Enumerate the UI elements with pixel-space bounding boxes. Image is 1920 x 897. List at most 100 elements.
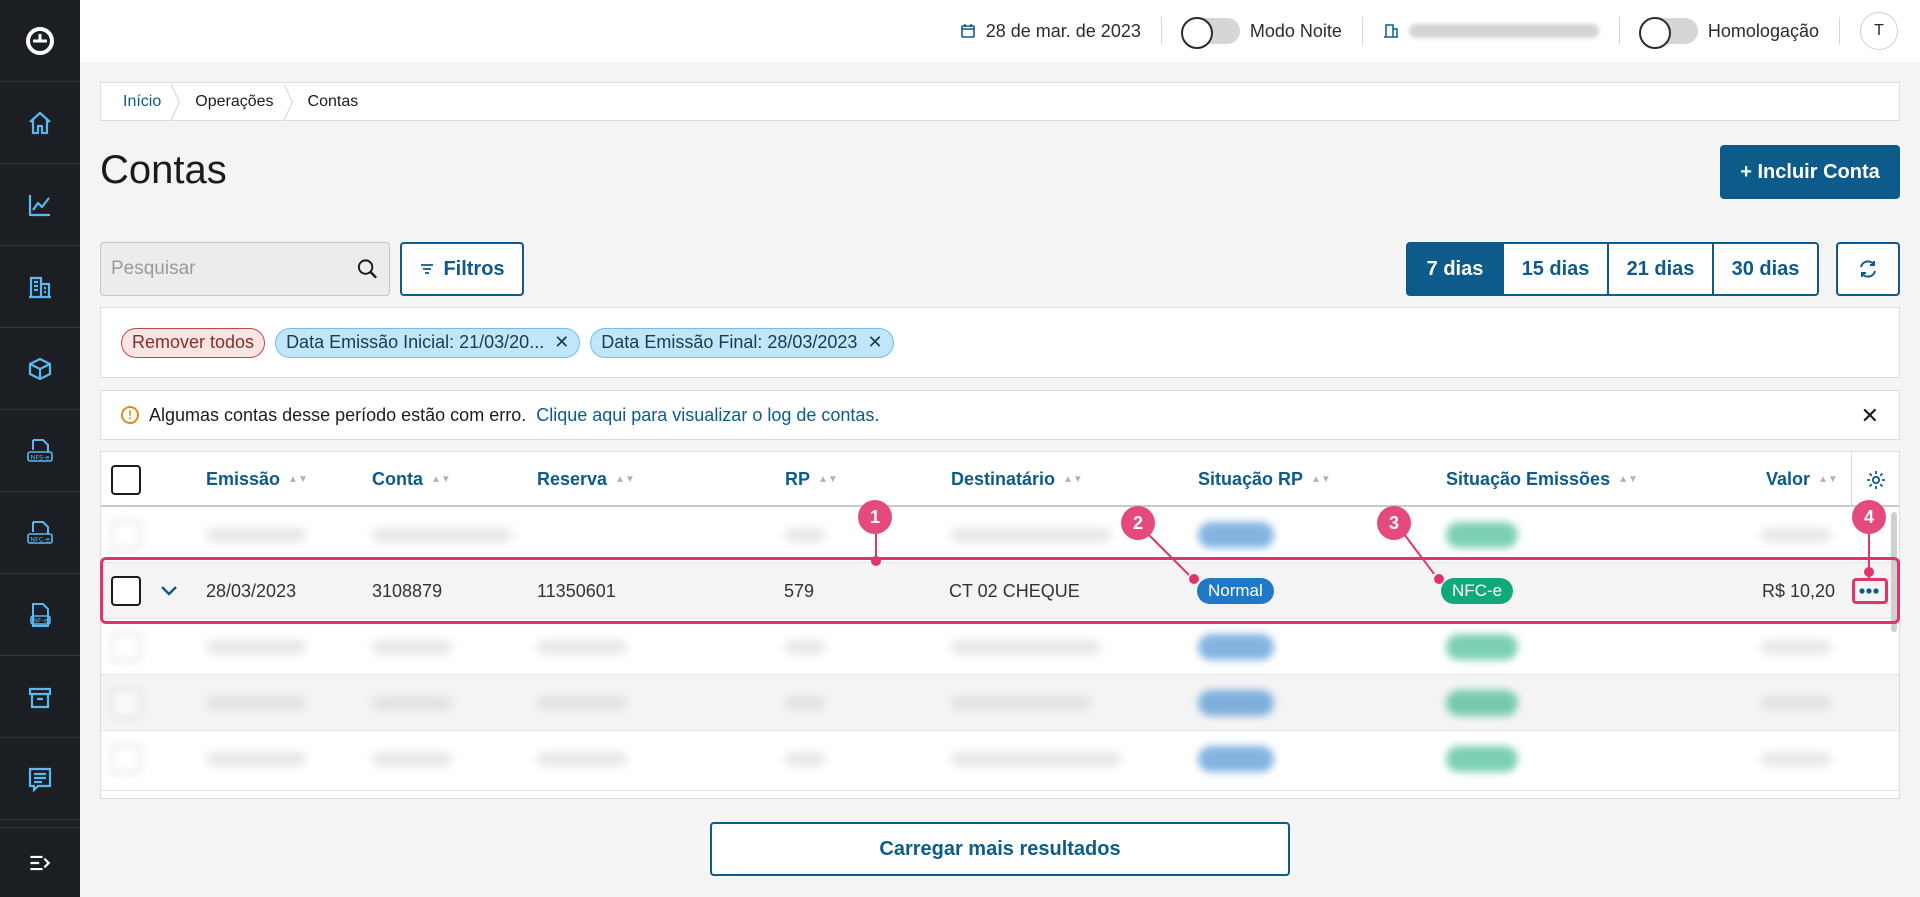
search-icon[interactable]: [356, 257, 379, 281]
status-badge: Normal: [1197, 578, 1274, 604]
sidebar-item-products[interactable]: [0, 328, 80, 410]
annotation-marker-2: 2: [1121, 506, 1155, 540]
app-logo[interactable]: [0, 0, 80, 82]
close-icon[interactable]: ✕: [1861, 403, 1879, 429]
row-blurred-content: [1761, 507, 1831, 563]
row-blurred-content: [206, 731, 306, 787]
range-30-days[interactable]: 30 dias: [1712, 242, 1819, 296]
sidebar-item-dashboard[interactable]: [0, 164, 80, 246]
annotation-anchor: [1864, 567, 1874, 577]
sidebar-item-home[interactable]: [0, 82, 80, 164]
col-rp[interactable]: RP ▲▼: [785, 452, 838, 507]
more-options-icon: [1859, 588, 1879, 594]
row-blurred-content: [951, 731, 1121, 787]
svg-text:NFS-e: NFS-e: [31, 453, 50, 461]
box-icon: [28, 357, 52, 380]
sidebar-collapse-button[interactable]: [0, 827, 80, 897]
table-row-blurred: [101, 675, 1899, 731]
calendar-icon: [960, 24, 975, 38]
row-blurred-content: [785, 619, 825, 675]
row-blurred-content: [537, 731, 627, 787]
row-blurred-content: [537, 619, 627, 675]
filter-chip-label: Data Emissão Inicial: 21/03/20...: [286, 332, 545, 352]
row-blurred-content: [1761, 731, 1831, 787]
active-filters: Remover todos Data Emissão Inicial: 21/0…: [100, 307, 1900, 378]
sidebar-item-nfce[interactable]: NFC-e: [0, 492, 80, 574]
table-scrollbar[interactable]: [1891, 512, 1897, 632]
row-checkbox[interactable]: [111, 744, 141, 774]
table-row-blurred: [101, 507, 1899, 563]
homologation-toggle-group: Homologação: [1620, 17, 1840, 49]
filter-chip-start-date: Data Emissão Inicial: 21/03/20... ✕: [275, 327, 581, 358]
table-settings-button[interactable]: [1851, 452, 1899, 507]
annotation-marker-4: 4: [1852, 500, 1886, 534]
range-15-days[interactable]: 15 dias: [1502, 242, 1609, 296]
breadcrumb-operations[interactable]: Operações: [183, 83, 285, 120]
col-situacao-rp-label: Situação RP: [1198, 469, 1304, 489]
select-all-cell: [111, 452, 141, 507]
status-badge: NFC-e: [1441, 578, 1514, 604]
range-21-days[interactable]: 21 dias: [1607, 242, 1714, 296]
col-emissao-label: Emissão: [206, 469, 281, 489]
add-account-button[interactable]: + Incluir Conta: [1720, 145, 1900, 199]
receipt-icon: [28, 767, 52, 793]
view-log-link[interactable]: Clique aqui para visualizar o log de con…: [536, 405, 879, 426]
sidebar-item-archive[interactable]: [0, 656, 80, 738]
breadcrumb-home[interactable]: Início: [111, 83, 173, 120]
sidebar-item-nfe[interactable]: NF-e: [0, 574, 80, 656]
range-7-days[interactable]: 7 dias: [1406, 242, 1504, 296]
expand-row-button[interactable]: [159, 563, 179, 619]
filters-button[interactable]: Filtros: [400, 242, 524, 296]
avatar[interactable]: T: [1860, 12, 1898, 50]
col-reserva-label: Reserva: [537, 469, 608, 489]
select-all-checkbox[interactable]: [111, 464, 141, 495]
cell-reserva: 11350601: [537, 580, 616, 601]
sidebar-item-nfse[interactable]: NFS-e: [0, 410, 80, 492]
row-blurred-badge: [1198, 619, 1274, 675]
col-situacao-emissoes[interactable]: Situação Emissões ▲▼: [1446, 452, 1638, 507]
table-row-blurred: [101, 619, 1899, 675]
cell-situacao-rp: Normal: [1197, 563, 1274, 619]
col-conta-label: Conta: [372, 469, 423, 489]
close-icon[interactable]: ✕: [867, 332, 882, 353]
page-title: Contas: [100, 148, 227, 192]
topbar: 28 de mar. de 2023 Modo Noite Homologaçã…: [80, 0, 1920, 62]
row-checkbox-cell: [111, 731, 141, 787]
filter-icon: [421, 264, 434, 274]
row-blurred-content: [537, 675, 627, 731]
col-rp-label: RP: [785, 469, 811, 489]
col-destinatario[interactable]: Destinatário ▲▼: [951, 452, 1083, 507]
col-situacao-rp[interactable]: Situação RP ▲▼: [1198, 452, 1331, 507]
row-blurred-content: [785, 731, 825, 787]
date-display: 28 de mar. de 2023: [940, 17, 1162, 45]
row-checkbox[interactable]: [111, 632, 141, 662]
sort-icon: ▲▼: [615, 473, 635, 485]
company-name-redacted: [1408, 24, 1599, 38]
error-alert: ! Algumas contas desse período estão com…: [100, 390, 1900, 440]
close-icon[interactable]: ✕: [554, 332, 569, 353]
search-input[interactable]: [111, 258, 356, 280]
night-mode-toggle[interactable]: [1180, 17, 1240, 49]
sidebar-item-reports[interactable]: [0, 738, 80, 820]
row-checkbox-cell: [111, 563, 141, 619]
nfe-document-icon: NF-e: [30, 602, 51, 627]
company-selector[interactable]: [1363, 17, 1620, 45]
row-checkbox[interactable]: [111, 576, 141, 606]
sidebar-item-buildings[interactable]: [0, 246, 80, 328]
remove-all-filters-chip[interactable]: Remover todos: [121, 327, 266, 358]
table-row[interactable]: 28/03/2023 3108879 11350601 579 CT 02 CH…: [101, 563, 1899, 619]
homologation-toggle[interactable]: [1638, 17, 1698, 49]
col-valor[interactable]: Valor ▲▼: [1766, 452, 1838, 507]
breadcrumb-current: Contas: [307, 92, 359, 110]
refresh-button[interactable]: [1836, 242, 1900, 296]
row-checkbox[interactable]: [111, 688, 141, 718]
row-checkbox[interactable]: [111, 520, 141, 550]
row-blurred-content: [1761, 619, 1831, 675]
load-more-button[interactable]: Carregar mais resultados: [710, 822, 1290, 876]
col-conta[interactable]: Conta ▲▼: [372, 452, 451, 507]
row-blurred-content: [785, 507, 825, 563]
col-reserva[interactable]: Reserva ▲▼: [537, 452, 635, 507]
night-mode-toggle-group: Modo Noite: [1162, 17, 1363, 49]
filters-button-label: Filtros: [443, 257, 505, 280]
col-emissao[interactable]: Emissão ▲▼: [206, 452, 308, 507]
